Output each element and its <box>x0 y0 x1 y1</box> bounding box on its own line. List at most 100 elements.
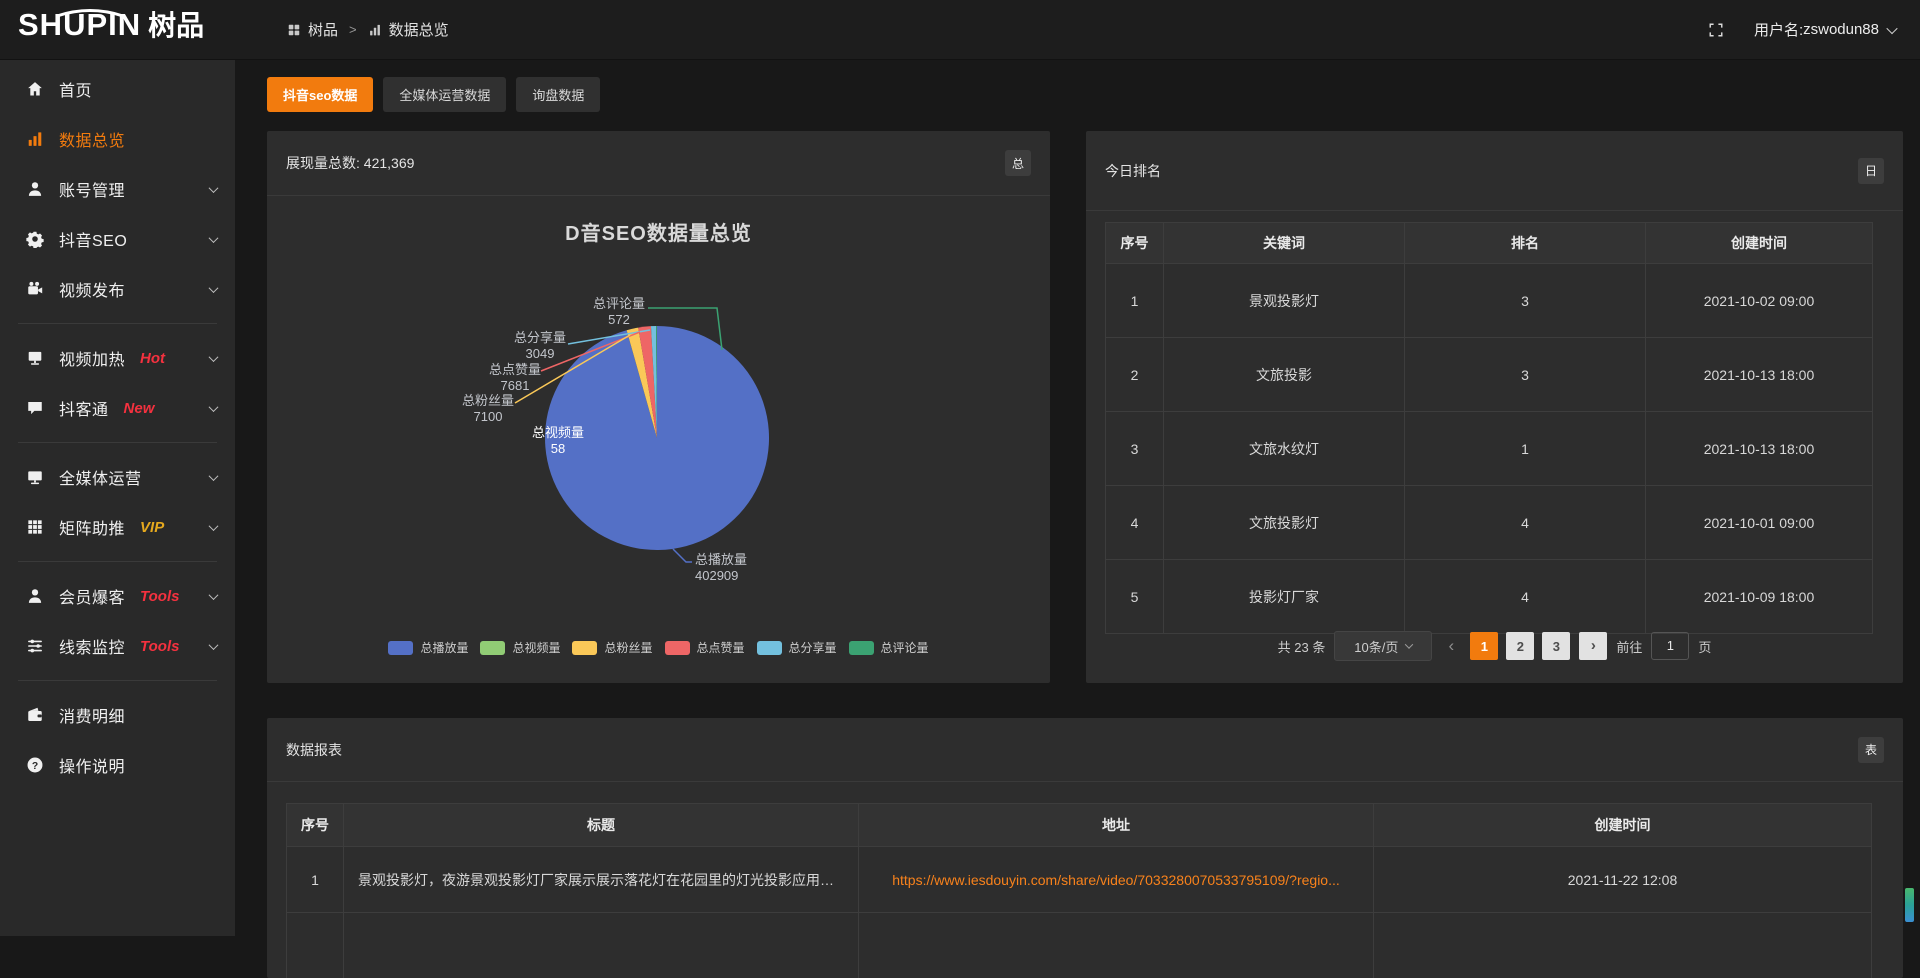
legend-label: 总分享量 <box>789 639 837 656</box>
overview-panel: 展现量总数: 421,369 总 D音SEO数据量总览 总评论量572 总分享量… <box>267 131 1050 683</box>
sidebar-divider <box>18 680 217 681</box>
pie-chart[interactable] <box>267 131 1050 683</box>
cell: 1 <box>1106 264 1164 338</box>
username[interactable]: zswodun88 <box>1803 21 1879 38</box>
page-button-1[interactable]: 1 <box>1470 632 1498 660</box>
pie-label-shares: 总分享量3049 <box>500 330 580 363</box>
goto-label: 前往 <box>1616 637 1642 656</box>
sidebar-item-clue-monitor[interactable]: 线索监控Tools <box>0 621 235 671</box>
sidebar-item-label: 视频加热 <box>59 346 125 370</box>
breadcrumb-item-shupin[interactable]: 树品 <box>287 19 338 40</box>
cell: 2021-10-02 09:00 <box>1646 264 1873 338</box>
sidebar-item-label: 操作说明 <box>59 753 125 777</box>
legend-swatch <box>849 641 874 655</box>
cell: 文旅投影 <box>1164 338 1405 412</box>
total-view-button[interactable]: 总 <box>1005 150 1031 176</box>
ranking-panel-title: 今日排名 <box>1105 161 1161 181</box>
logo-text-cn: 树品 <box>148 12 204 40</box>
sidebar-item-label: 账号管理 <box>59 177 125 201</box>
pie-slice-2[interactable] <box>627 328 657 438</box>
tab-inquiry-data[interactable]: 询盘数据 <box>516 77 600 112</box>
breadcrumb-item-data-overview[interactable]: 数据总览 <box>368 19 449 40</box>
sidebar-item-label: 全媒体运营 <box>59 465 142 489</box>
apps-icon <box>287 23 301 37</box>
pagination: 共 23 条 10条/页 ‹ 123 › 前往 1 页 <box>1086 631 1903 661</box>
legend-item[interactable]: 总分享量 <box>757 639 837 656</box>
home-icon <box>26 80 44 98</box>
sidebar-item-data-overview[interactable]: 数据总览 <box>0 114 235 164</box>
breadcrumb-label: 树品 <box>308 19 338 40</box>
column-header: 创建时间 <box>1646 223 1873 264</box>
daily-view-button[interactable]: 日 <box>1858 158 1884 184</box>
sidebar-divider <box>18 561 217 562</box>
sidebar-item-video-heat[interactable]: 视频加热 Hot <box>0 333 235 383</box>
overview-panel-title: 展现量总数: 421,369 <box>286 153 414 173</box>
cell: 2021-10-01 09:00 <box>1646 486 1873 560</box>
ranking-panel: 今日排名 日 序号关键词排名创建时间1景观投影灯32021-10-02 09:0… <box>1086 131 1903 683</box>
logo-arc-icon <box>54 5 126 17</box>
username-label: 用户名: <box>1754 19 1803 40</box>
goto-page-input[interactable]: 1 <box>1651 632 1689 660</box>
sidebar-item-home[interactable]: 首页 <box>0 64 235 114</box>
table-header-row: 序号关键词排名创建时间 <box>1106 223 1873 264</box>
sidebar-item-member-baoke[interactable]: 会员爆客Tools <box>0 571 235 621</box>
tab-bar: 抖音seo数据全媒体运营数据询盘数据 <box>267 77 600 112</box>
pie-slice-1[interactable] <box>627 330 657 438</box>
sidebar-item-douketong[interactable]: 抖客通New <box>0 383 235 433</box>
legend-item[interactable]: 总视频量 <box>480 639 560 656</box>
app-logo: SHUPIN 树品 <box>18 9 204 40</box>
page-size-select[interactable]: 10条/页 <box>1334 631 1432 661</box>
next-page-button[interactable]: › <box>1579 632 1607 660</box>
chevron-down-icon <box>209 283 219 293</box>
legend-item[interactable]: 总粉丝量 <box>572 639 652 656</box>
table-row-partial <box>287 913 1872 978</box>
sidebar-item-label: 视频发布 <box>59 277 125 301</box>
column-header: 标题 <box>344 804 859 847</box>
sidebar-item-label: 矩阵助推 <box>59 515 125 539</box>
sidebar-item-badge: Tools <box>140 638 179 655</box>
table-view-button[interactable]: 表 <box>1858 737 1884 763</box>
pie-slice-4[interactable] <box>651 326 657 438</box>
report-panel-title: 数据报表 <box>286 740 342 760</box>
table-row: 5投影灯厂家42021-10-09 18:00 <box>1106 560 1873 634</box>
sidebar-item-label: 抖客通 <box>59 396 109 420</box>
chevron-down-icon[interactable] <box>1886 22 1897 33</box>
fullscreen-icon[interactable] <box>1708 22 1724 38</box>
legend-label: 总视频量 <box>512 639 560 656</box>
sidebar-item-douyin-seo[interactable]: 抖音SEO <box>0 214 235 264</box>
legend-swatch <box>665 641 690 655</box>
table-row: 1景观投影灯，夜游景观投影灯厂家展示展示落花灯在花园里的灯光投影应用效果 #ht… <box>287 847 1872 913</box>
legend-item[interactable]: 总播放量 <box>388 639 468 656</box>
pie-slice-5[interactable] <box>656 326 657 438</box>
legend-swatch <box>757 641 782 655</box>
page-button-2[interactable]: 2 <box>1506 632 1534 660</box>
legend-item[interactable]: 总点赞量 <box>665 639 745 656</box>
legend-swatch <box>480 641 505 655</box>
link-cell[interactable]: https://www.iesdouyin.com/share/video/70… <box>859 847 1374 913</box>
floating-widget[interactable] <box>1905 888 1914 922</box>
pie-slice-3[interactable] <box>638 326 657 438</box>
legend-label: 总点赞量 <box>697 639 745 656</box>
page-button-3[interactable]: 3 <box>1542 632 1570 660</box>
tab-media-operation-data[interactable]: 全媒体运营数据 <box>383 77 506 112</box>
sidebar-item-operation-guide[interactable]: ? 操作说明 <box>0 740 235 790</box>
cell <box>1374 913 1872 978</box>
sidebar-item-matrix-boost[interactable]: 矩阵助推VIP <box>0 502 235 552</box>
chart-legend: 总播放量 总视频量总粉丝量 总点赞量 总分享量总评论量 <box>267 639 1050 656</box>
chevron-down-icon <box>1405 640 1413 648</box>
overview-panel-header: 展现量总数: 421,369 总 <box>267 131 1050 196</box>
cell: 3 <box>1106 412 1164 486</box>
chevron-down-icon <box>209 183 219 193</box>
cell: 4 <box>1106 486 1164 560</box>
sidebar-item-video-publish[interactable]: 视频发布 <box>0 264 235 314</box>
sidebar-divider <box>18 323 217 324</box>
prev-page-button[interactable]: ‹ <box>1441 636 1461 656</box>
sidebar-item-badge: Hot <box>140 350 165 367</box>
table-head: 序号标题地址创建时间 <box>287 804 1872 847</box>
legend-item[interactable]: 总评论量 <box>849 639 929 656</box>
sidebar-item-consume-detail[interactable]: 消费明细 <box>0 690 235 740</box>
tab-douyin-seo-data[interactable]: 抖音seo数据 <box>267 77 373 112</box>
sidebar-item-media-operation[interactable]: 全媒体运营 <box>0 452 235 502</box>
svg-text:?: ? <box>32 761 38 772</box>
sidebar-item-account-manage[interactable]: 账号管理 <box>0 164 235 214</box>
